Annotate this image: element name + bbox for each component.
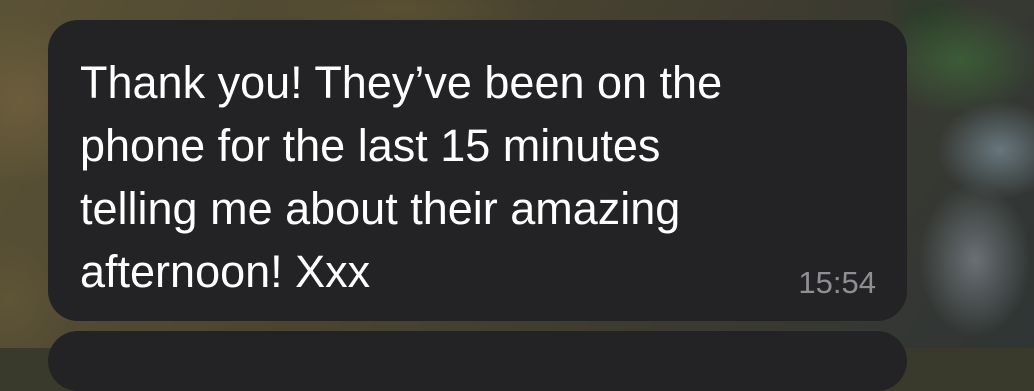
message-timestamp: 15:54 (798, 265, 876, 300)
next-message-bubble[interactable] (48, 331, 907, 391)
received-message-bubble[interactable]: Thank you! They’ve been on the phone for… (48, 20, 907, 321)
message-text: Thank you! They’ve been on the phone for… (80, 57, 723, 297)
